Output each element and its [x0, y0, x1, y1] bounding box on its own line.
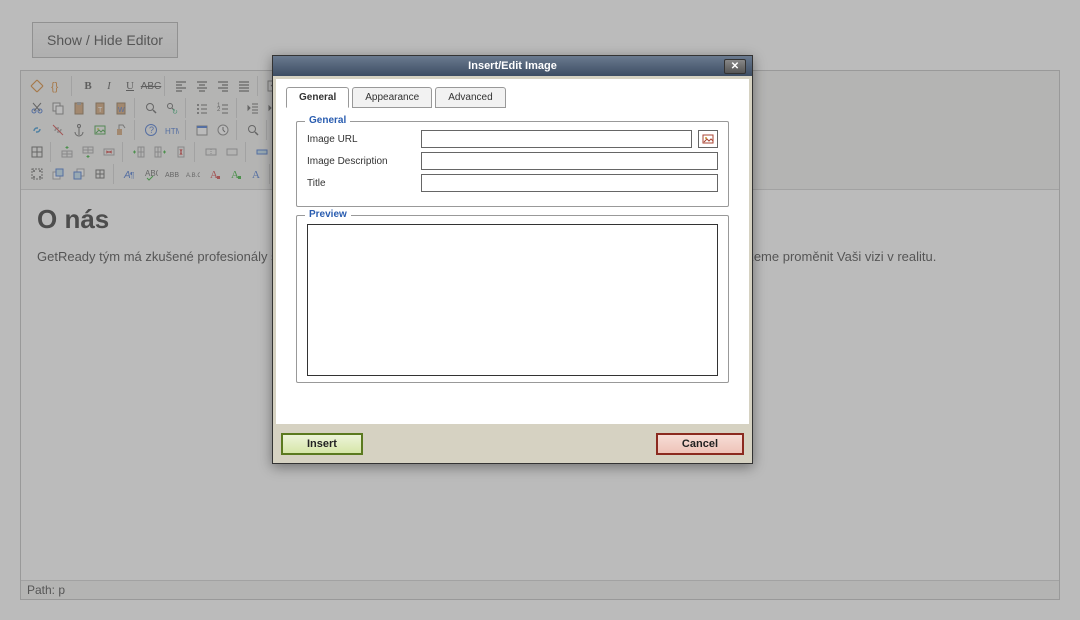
tab-appearance[interactable]: Appearance [352, 87, 432, 108]
tab-general[interactable]: General [286, 87, 349, 108]
preview-fieldset: Preview [296, 215, 729, 383]
preview-box [307, 224, 718, 376]
general-legend: General [305, 115, 350, 126]
cancel-button[interactable]: Cancel [656, 433, 744, 455]
close-icon[interactable]: ✕ [724, 59, 746, 74]
browse-icon[interactable] [698, 130, 718, 148]
preview-legend: Preview [305, 209, 351, 220]
image-title-input[interactable] [421, 174, 718, 192]
general-fieldset: General Image URL Image Description Titl… [296, 121, 729, 207]
image-url-input[interactable] [421, 130, 692, 148]
url-label: Image URL [307, 134, 415, 145]
dialog-tabs: General Appearance Advanced [286, 87, 739, 108]
image-desc-input[interactable] [421, 152, 718, 170]
insert-button[interactable]: Insert [281, 433, 363, 455]
insert-image-dialog: Insert/Edit Image ✕ General Appearance A… [272, 55, 753, 464]
dialog-title: Insert/Edit Image [468, 60, 557, 72]
title-label: Title [307, 178, 415, 189]
desc-label: Image Description [307, 156, 415, 167]
tab-advanced[interactable]: Advanced [435, 87, 505, 108]
dialog-title-bar[interactable]: Insert/Edit Image ✕ [273, 56, 752, 76]
